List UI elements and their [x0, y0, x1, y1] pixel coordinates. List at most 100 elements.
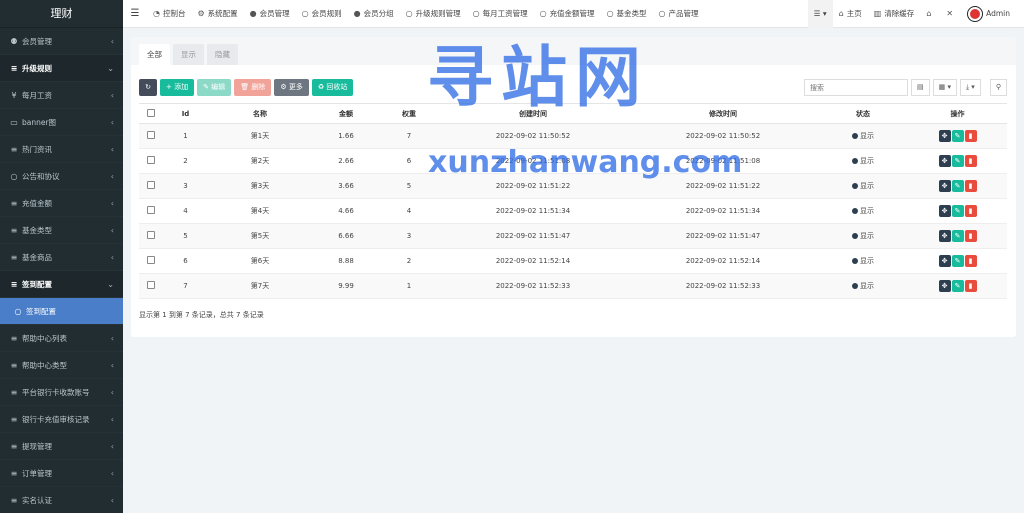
row-edit-button[interactable]: ✎: [951, 180, 964, 192]
sidebar-item-14[interactable]: ≡ 银行卡充值审核记录 ‹: [0, 406, 123, 433]
pagination-info: 显示第 1 到第 7 条记录，总共 7 条记录: [139, 311, 264, 319]
export-button[interactable]: ⤓ ▾: [959, 79, 981, 96]
list-icon: ≡: [10, 495, 18, 505]
home-link[interactable]: ⌂ 主页: [833, 0, 868, 28]
status-label[interactable]: 显示: [860, 182, 874, 190]
row-delete-button[interactable]: ▮: [964, 255, 977, 267]
app-logo[interactable]: 理财: [0, 0, 123, 28]
drag-sort-button[interactable]: ✥: [938, 280, 951, 292]
sidebar-item-17[interactable]: ≡ 实名认证 ‹: [0, 487, 123, 513]
refresh-button[interactable]: ↻: [139, 79, 157, 96]
top-tab-0[interactable]: ◔ 控制台: [147, 0, 191, 28]
row-edit-button[interactable]: ✎: [951, 280, 964, 292]
add-button[interactable]: + 添加: [160, 79, 195, 96]
row-checkbox[interactable]: [147, 206, 155, 214]
circle-icon: ○: [472, 9, 480, 18]
row-checkbox[interactable]: [147, 256, 155, 264]
sidebar-item-16[interactable]: ≡ 订单管理 ‹: [0, 460, 123, 487]
sidebar-item-2[interactable]: ¥ 每月工资 ‹: [0, 82, 123, 109]
drag-sort-button[interactable]: ✥: [938, 205, 951, 217]
top-tab-4[interactable]: ● 会员分组: [348, 0, 400, 28]
cell-name: 第4天: [208, 198, 312, 224]
drag-sort-button[interactable]: ✥: [938, 255, 951, 267]
drag-sort-button[interactable]: ✥: [938, 155, 951, 167]
more-button[interactable]: ⚙ 更多: [274, 79, 309, 96]
sidebar-item-3[interactable]: ▭ banner图 ‹: [0, 109, 123, 136]
list-icon: ≡: [10, 279, 18, 289]
status-label[interactable]: 显示: [860, 157, 874, 165]
row-checkbox[interactable]: [147, 281, 155, 289]
sidebar-item-4[interactable]: ≡ 热门资讯 ‹: [0, 136, 123, 163]
row-edit-button[interactable]: ✎: [951, 155, 964, 167]
row-delete-button[interactable]: ▮: [964, 230, 977, 242]
sidebar-menu: ⚉ 会员管理 ‹ ≡ 升级规则 ⌄ ¥ 每月工资 ‹ ▭ banner图 ‹ ≡ 热门资讯 ‹ ○ 公告和协议 ‹…: [0, 28, 123, 513]
table-row[interactable]: 4 第4天 4.66 4 2022-09-02 11:51:34 2022-09-02 1…: [139, 198, 1007, 224]
sidebar-toggle-icon[interactable]: ☰: [123, 0, 147, 28]
top-tab-1[interactable]: ⚙ 系统配置: [191, 0, 243, 28]
sidebar-item-7[interactable]: ≡ 基金类型 ‹: [0, 217, 123, 244]
drag-sort-button[interactable]: ✥: [938, 130, 951, 142]
col-amount[interactable]: 金额: [312, 103, 380, 124]
sidebar-item-9[interactable]: ≡ 签到配置 ⌄: [0, 271, 123, 298]
drag-sort-button[interactable]: ✥: [938, 230, 951, 242]
col-id[interactable]: Id: [163, 103, 208, 124]
col-name[interactable]: 名称: [208, 103, 312, 124]
row-delete-button[interactable]: ▮: [964, 280, 977, 292]
col-status[interactable]: 状态: [818, 103, 908, 124]
clear-cache-button[interactable]: ▥ 清除缓存: [868, 0, 921, 28]
select-all-cell: [139, 103, 163, 124]
sidebar-item-12[interactable]: ≡ 帮助中心类型 ‹: [0, 352, 123, 379]
fullscreen-button[interactable]: ✕: [940, 0, 962, 28]
list-icon: ≡: [10, 198, 18, 208]
delete-button[interactable]: 🗑 删除: [234, 79, 272, 96]
sidebar-item-13[interactable]: ≡ 平台银行卡收款账号 ‹: [0, 379, 123, 406]
status-label[interactable]: 显示: [860, 207, 874, 215]
select-all-checkbox[interactable]: [147, 108, 155, 117]
sidebar-item-8[interactable]: ≡ 基金商品 ‹: [0, 244, 123, 271]
sidebar-item-15[interactable]: ≡ 提现管理 ‹: [0, 433, 123, 460]
table-row[interactable]: 6 第6天 8.88 2 2022-09-02 11:52:14 2022-09-02 1…: [139, 248, 1007, 274]
top-tab-label: 每月工资管理: [482, 9, 528, 18]
drag-sort-button[interactable]: ✥: [938, 180, 951, 192]
row-checkbox[interactable]: [147, 156, 155, 164]
nav-dropdown-button[interactable]: ☰ ▾: [807, 0, 833, 28]
top-tab-2[interactable]: ● 会员管理: [244, 0, 296, 28]
sidebar-item-5[interactable]: ○ 公告和协议 ‹: [0, 163, 123, 190]
toggle-view-button[interactable]: ▤: [911, 79, 930, 96]
tab-all[interactable]: 全部: [139, 44, 170, 65]
col-updated[interactable]: 修改时间: [628, 103, 818, 124]
edit-button[interactable]: ✎ 编辑: [197, 79, 232, 96]
status-label[interactable]: 显示: [860, 232, 874, 240]
top-tab-3[interactable]: ○ 会员规则: [296, 0, 348, 28]
row-checkbox[interactable]: [147, 231, 155, 239]
sidebar-item-10[interactable]: ○ 签到配置: [0, 298, 123, 325]
search-input[interactable]: [804, 79, 908, 96]
table-row[interactable]: 5 第5天 6.66 3 2022-09-02 11:51:47 2022-09-02 1…: [139, 223, 1007, 249]
top-tab-9[interactable]: ○ 产品管理: [653, 0, 705, 28]
status-label[interactable]: 显示: [860, 282, 874, 290]
sidebar-item-0[interactable]: ⚉ 会员管理 ‹: [0, 28, 123, 55]
status-label[interactable]: 显示: [860, 132, 874, 140]
sidebar-item-1[interactable]: ≡ 升级规则 ⌄: [0, 55, 123, 82]
columns-button[interactable]: ▦ ▾: [932, 79, 957, 96]
sidebar-item-6[interactable]: ≡ 充值金额 ‹: [0, 190, 123, 217]
row-checkbox[interactable]: [147, 131, 155, 139]
row-edit-button[interactable]: ✎: [951, 230, 964, 242]
user-menu[interactable]: Admin: [962, 0, 1024, 28]
row-delete-button[interactable]: ▮: [964, 130, 977, 142]
status-label[interactable]: 显示: [860, 257, 874, 265]
row-edit-button[interactable]: ✎: [951, 205, 964, 217]
row-delete-button[interactable]: ▮: [964, 180, 977, 192]
recycle-bin-button[interactable]: ♻ 回收站: [311, 79, 354, 96]
row-edit-button[interactable]: ✎: [951, 130, 964, 142]
search-toggle-button[interactable]: ⚲: [989, 79, 1007, 96]
tab-show[interactable]: 显示: [173, 44, 204, 65]
tab-hide[interactable]: 隐藏: [207, 44, 238, 65]
row-delete-button[interactable]: ▮: [964, 205, 977, 217]
language-button[interactable]: ⌂: [920, 0, 940, 28]
sidebar-item-11[interactable]: ≡ 帮助中心列表 ‹: [0, 325, 123, 352]
table-row[interactable]: 7 第7天 9.99 1 2022-09-02 11:52:33 2022-09-02 1…: [139, 273, 1007, 299]
row-checkbox[interactable]: [147, 181, 155, 189]
row-edit-button[interactable]: ✎: [951, 255, 964, 267]
row-delete-button[interactable]: ▮: [964, 155, 977, 167]
